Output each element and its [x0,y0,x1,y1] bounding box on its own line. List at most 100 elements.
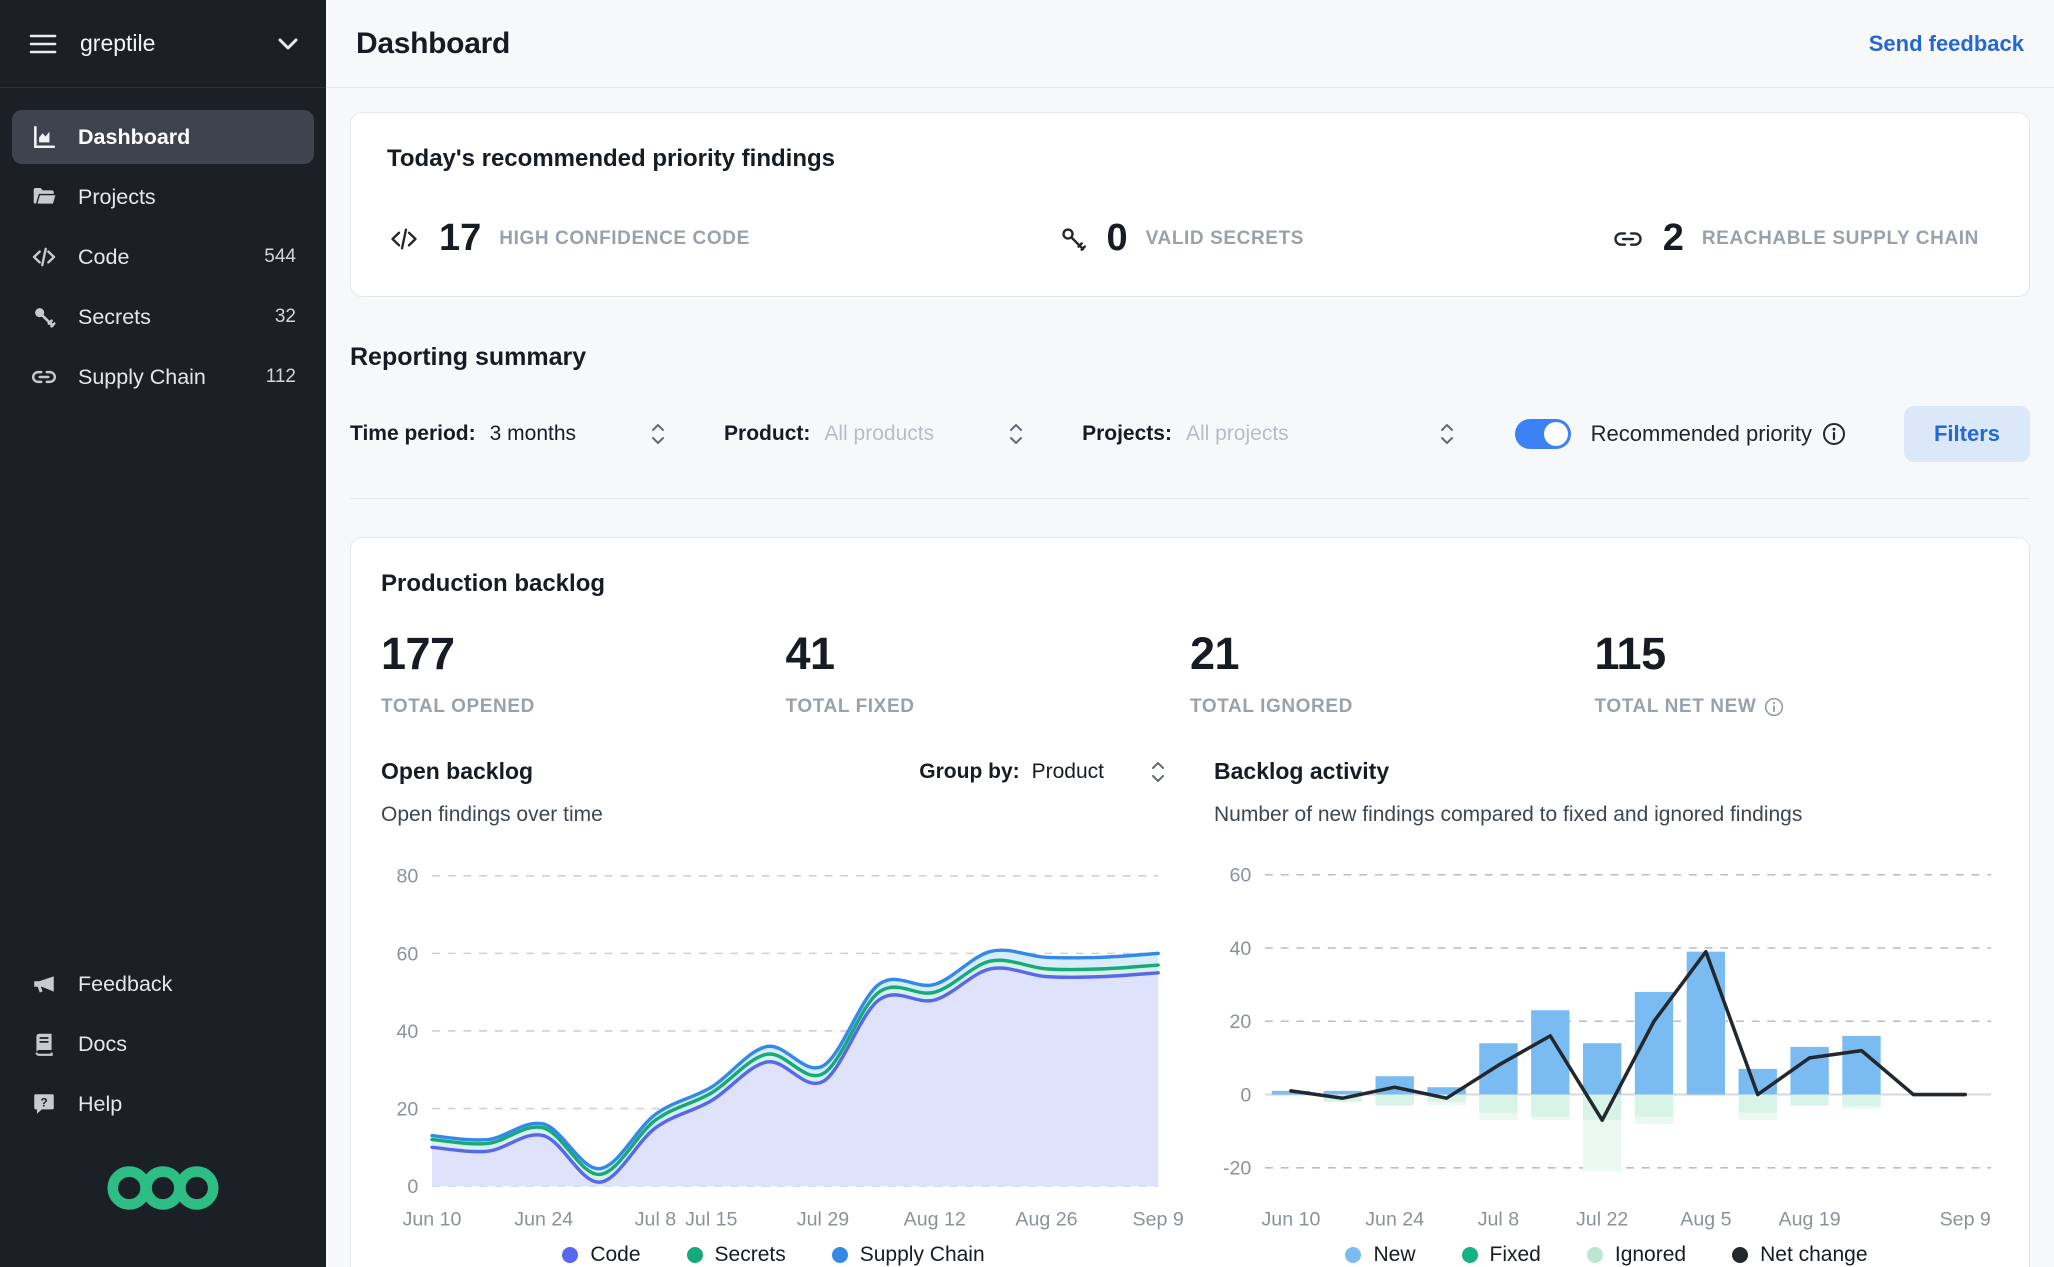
legend-dot [1461,1247,1478,1263]
content: Today's recommended priority findings 17… [326,88,2054,1267]
filter-label: Time period: [350,422,476,445]
stat-total-ignored: 21 TOTAL IGNORED [1190,628,1595,718]
toggle-label-text: Recommended priority [1590,421,1812,446]
key-icon [30,304,58,330]
filter-value: All products [824,422,935,445]
sidebar-item-feedback[interactable]: Feedback [12,957,314,1011]
legend-dot [1345,1247,1362,1263]
group-by-value: Product [1031,759,1104,783]
svg-text:Aug 5: Aug 5 [1680,1208,1731,1230]
folder-icon [30,184,58,210]
filters-button[interactable]: Filters [1903,406,2030,462]
svg-text:60: 60 [1229,865,1251,887]
sidebar-item-projects[interactable]: Projects [12,170,314,224]
sidebar-item-supply-chain[interactable]: Supply Chain 112 [12,350,314,404]
backlog-activity-title: Backlog activity [1214,758,1390,784]
chevron-down-icon[interactable] [278,38,298,50]
send-feedback-link[interactable]: Send feedback [1869,31,2024,57]
stat-label: VALID SECRETS [1145,227,1305,249]
svg-text:Jul 29: Jul 29 [797,1208,849,1230]
stat-value: 21 [1190,628,1240,679]
svg-text:Sep 9: Sep 9 [1940,1208,1991,1230]
svg-text:0: 0 [1240,1084,1251,1106]
stat-total-fixed: 41 TOTAL FIXED [786,628,1191,718]
recommended-priority-toggle-group: Recommended priority Filters [1514,406,2030,462]
sidebar-item-label: Help [78,1091,123,1116]
sidebar-item-label: Secrets [78,304,151,329]
stat-total-opened: 177 TOTAL OPENED [381,628,786,718]
legend-item-fixed: Fixed [1461,1243,1541,1267]
sidebar-item-code[interactable]: Code 544 [12,230,314,284]
reporting-summary-title: Reporting summary [350,343,587,371]
sidebar-item-label: Dashboard [78,124,191,149]
backlog-activity-chart-panel: Backlog activity Number of new findings … [1214,758,1999,1267]
stat-reachable-supply-chain: 2 REACHABLE SUPPLY CHAIN [1611,217,1979,260]
svg-text:Jul 8: Jul 8 [635,1208,677,1230]
sidebar-item-label: Supply Chain [78,364,206,389]
priority-findings-card: Today's recommended priority findings 17… [350,112,2030,297]
svg-text:Jul 8: Jul 8 [1478,1208,1520,1230]
svg-text:Jul 15: Jul 15 [685,1208,737,1230]
open-backlog-header: Open backlog Group by: Product [381,758,1166,785]
select-chevrons-icon [650,421,666,447]
book-icon [30,1031,58,1057]
legend-label: Code [590,1243,641,1266]
info-icon[interactable] [1822,422,1846,446]
svg-text:0: 0 [407,1176,418,1198]
svg-text:?: ? [40,1096,47,1110]
svg-text:20: 20 [1229,1011,1251,1033]
backlog-activity-chart: -20 0 20 40 60 Jun 10 Jun 24 Jul 8 Jul 22 Aug 5 Au… [1223,865,1992,1230]
recommended-priority-toggle[interactable] [1514,419,1571,449]
hamburger-menu-icon[interactable] [28,32,58,56]
stat-label: TOTAL NET NEW [1595,696,2000,718]
sidebar-item-docs[interactable]: Docs [12,1017,314,1071]
sidebar-item-label: Projects [78,184,156,209]
stat-label: HIGH CONFIDENCE CODE [499,227,750,249]
legend-item-net-change: Net change [1732,1243,1868,1267]
sidebar-item-dashboard[interactable]: Dashboard [12,110,314,164]
svg-text:Jun 10: Jun 10 [403,1208,462,1230]
select-chevrons-icon [1008,421,1024,447]
priority-card-title: Today's recommended priority findings [387,145,835,172]
backlog-activity-subtitle: Number of new findings compared to fixed… [1214,803,1803,826]
projects-select[interactable]: Projects: All projects [1082,421,1455,447]
filter-value: 3 months [489,422,577,445]
stat-value: 41 [785,628,836,679]
svg-text:Jun 24: Jun 24 [514,1208,573,1230]
code-icon [387,224,421,254]
time-period-select[interactable]: Time period: 3 months [350,421,666,447]
reporting-summary-section: Reporting summary Time period: 3 months … [350,343,2030,499]
key-icon [1057,224,1089,254]
sidebar-item-label: Code [78,244,130,269]
legend-dot [1586,1247,1603,1263]
stat-value: 177 [381,628,455,679]
sidebar-item-secrets[interactable]: Secrets 32 [12,290,314,344]
sidebar-header: greptile [0,0,326,88]
legend-label: Net change [1760,1243,1868,1266]
production-backlog-card: Production backlog 177 TOTAL OPENED 41 T… [350,537,2030,1267]
help-bubble-icon: ? [30,1091,58,1117]
stat-value: 17 [439,217,482,259]
code-icon [30,244,58,270]
page-title: Dashboard [356,26,510,60]
legend-label: Ignored [1614,1243,1687,1266]
stat-value: 0 [1106,217,1128,259]
legend-label: Fixed [1489,1243,1541,1266]
stat-label: TOTAL FIXED [785,696,915,717]
toggle-knob [1543,422,1568,446]
sidebar-nav: Dashboard Projects Code 544 Secrets 32 S… [0,88,326,410]
open-backlog-title: Open backlog [381,758,534,784]
topbar: Dashboard Send feedback [326,0,2054,88]
info-icon[interactable] [1764,697,1784,717]
stat-label: REACHABLE SUPPLY CHAIN [1701,227,1979,249]
toggle-label: Recommended priority [1591,421,1846,447]
group-by-select[interactable]: Group by: Product [919,759,1166,785]
link-icon [30,364,58,390]
legend-item-supply-chain: Supply Chain [831,1243,985,1267]
backlog-activity-legend: New Fixed Ignored Net change [1214,1243,1999,1267]
stat-value: 115 [1594,628,1667,679]
sidebar-item-help[interactable]: ? Help [12,1077,314,1131]
legend-dot [686,1247,703,1263]
svg-text:60: 60 [396,943,418,965]
product-select[interactable]: Product: All products [724,421,1024,447]
